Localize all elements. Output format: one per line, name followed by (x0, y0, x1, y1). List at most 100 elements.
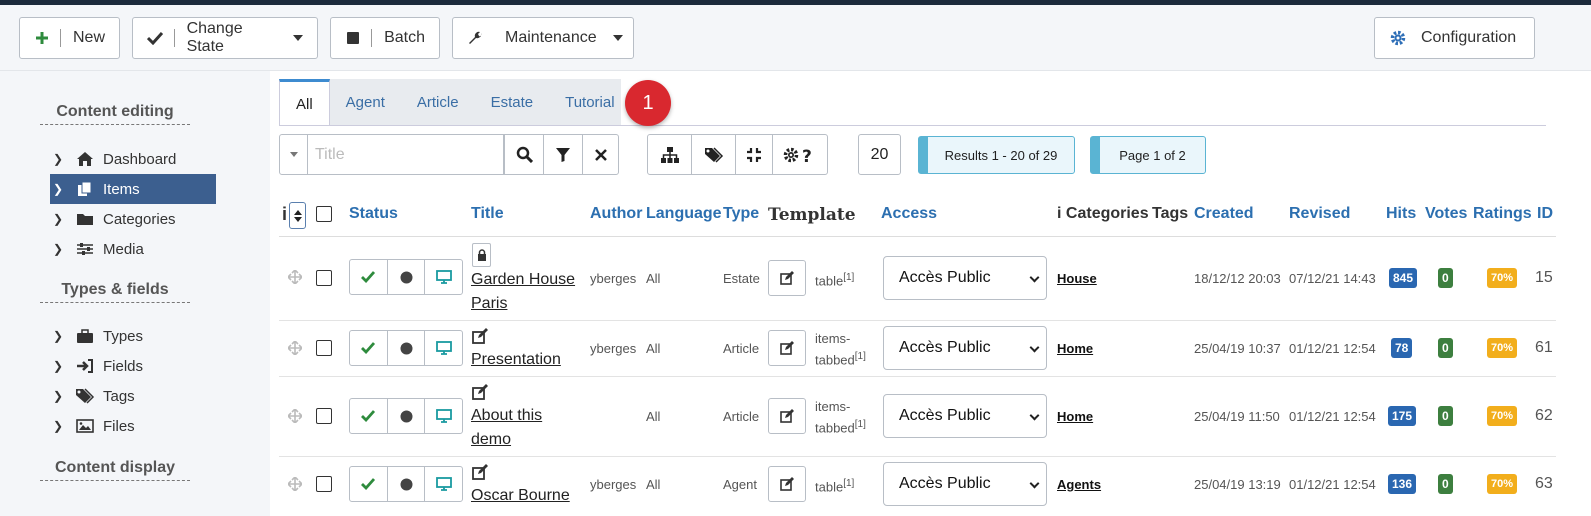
col-hits[interactable]: Hits (1386, 205, 1416, 223)
featured-button[interactable] (388, 260, 426, 294)
template-line: items- (815, 399, 851, 414)
edit-icon[interactable] (472, 464, 489, 481)
row-checkbox[interactable] (316, 270, 332, 286)
votes-badge: 0 (1438, 338, 1453, 358)
drag-handle-icon[interactable] (288, 270, 302, 284)
sidebar-item-dashboard[interactable]: ❯ Dashboard (50, 144, 216, 174)
created-cell: 25/04/19 13:19 (1194, 477, 1281, 492)
item-title-link[interactable]: About this demo (471, 404, 542, 452)
sidebar-item-types[interactable]: ❯ Types (50, 321, 216, 351)
published-button[interactable] (350, 467, 388, 501)
col-title[interactable]: Title (471, 205, 504, 223)
access-select[interactable]: Accès Public (883, 462, 1047, 506)
category-link[interactable]: Home (1057, 341, 1093, 356)
featured-button[interactable] (388, 331, 426, 365)
limit-select[interactable]: 20 (858, 134, 901, 175)
sidebar-item-tags[interactable]: ❯ Tags (50, 381, 216, 411)
maintenance-button[interactable]: Maintenance (452, 17, 634, 59)
access-select[interactable]: Accès Public (883, 256, 1047, 300)
sidebar-item-media[interactable]: ❯ Media (50, 234, 216, 264)
category-link[interactable]: House (1057, 271, 1097, 286)
tags-filter-button[interactable] (691, 134, 736, 175)
frontend-view-button[interactable] (425, 467, 462, 501)
edit-icon[interactable] (472, 384, 489, 401)
hierarchy-button[interactable] (647, 134, 692, 175)
id-cell: 62 (1535, 407, 1553, 424)
edit-template-button[interactable] (768, 330, 806, 366)
frontend-view-button[interactable] (425, 260, 462, 294)
configuration-button[interactable]: Configuration (1374, 17, 1535, 59)
change-state-button[interactable]: Change State (132, 17, 318, 59)
created-cell: 18/12/12 20:03 (1194, 271, 1281, 286)
col-created[interactable]: Created (1194, 205, 1254, 223)
info-icon[interactable]: i (282, 204, 287, 225)
item-title-link[interactable]: Oscar Bourne (471, 484, 570, 508)
sidebar-item-items[interactable]: ❯ Items (50, 174, 216, 204)
type-tabs: All Agent Article Estate Tutorial (279, 79, 621, 126)
col-access[interactable]: Access (881, 205, 937, 223)
sidebar-item-categories[interactable]: ❯ Categories (50, 204, 216, 234)
featured-button[interactable] (388, 467, 426, 501)
id-cell: 15 (1535, 269, 1553, 286)
sidebar-item-fields[interactable]: ❯ Fields (50, 351, 216, 381)
search-options-dropdown[interactable] (279, 134, 308, 175)
access-select[interactable]: Accès Public (883, 394, 1047, 438)
col-language[interactable]: Language (646, 205, 722, 223)
title-line: Presentation (471, 351, 561, 368)
item-title-link[interactable]: Presentation (471, 348, 561, 372)
id-cell: 61 (1535, 339, 1553, 356)
category-link[interactable]: Agents (1057, 477, 1101, 492)
edit-icon[interactable] (472, 328, 489, 345)
lock-icon[interactable] (472, 243, 491, 267)
frontend-view-button[interactable] (425, 331, 462, 365)
sidebar-item-files[interactable]: ❯ Files (50, 411, 216, 441)
row-checkbox[interactable] (316, 340, 332, 356)
edit-template-button[interactable] (768, 466, 806, 502)
col-author[interactable]: Author (590, 205, 642, 223)
drag-handle-icon[interactable] (288, 341, 302, 355)
chevron-right-icon: ❯ (53, 359, 64, 373)
settings-help-button[interactable]: ? (772, 134, 828, 175)
new-button[interactable]: New (19, 17, 120, 59)
sort-order-button[interactable] (289, 202, 306, 229)
tab-tutorial[interactable]: Tutorial (549, 79, 630, 126)
search-input[interactable]: Title (307, 134, 504, 175)
compress-button[interactable] (735, 134, 773, 175)
edit-template-button[interactable] (768, 398, 806, 434)
edit-template-button[interactable] (768, 260, 806, 296)
tab-agent[interactable]: Agent (330, 79, 401, 126)
row-checkbox[interactable] (316, 408, 332, 424)
col-status[interactable]: Status (349, 205, 398, 223)
chevron-right-icon: ❯ (53, 242, 64, 256)
col-ratings[interactable]: Ratings (1473, 205, 1532, 223)
item-title-link[interactable]: Garden House Paris (471, 268, 575, 316)
configuration-label: Configuration (1421, 29, 1517, 46)
filter-button[interactable] (543, 134, 583, 175)
published-button[interactable] (350, 260, 388, 294)
col-votes[interactable]: Votes (1425, 205, 1467, 223)
col-revised[interactable]: Revised (1289, 205, 1350, 223)
tab-article[interactable]: Article (401, 79, 475, 126)
drag-handle-icon[interactable] (288, 477, 302, 491)
category-link[interactable]: Home (1057, 409, 1093, 424)
created-cell: 25/04/19 10:37 (1194, 341, 1281, 356)
access-select[interactable]: Accès Public (883, 326, 1047, 370)
drag-handle-icon[interactable] (288, 409, 302, 423)
tab-all[interactable]: All (279, 79, 330, 126)
tab-estate[interactable]: Estate (475, 79, 550, 126)
published-button[interactable] (350, 331, 388, 365)
col-id[interactable]: ID (1537, 205, 1553, 223)
featured-button[interactable] (388, 399, 426, 433)
batch-button[interactable]: Batch (330, 17, 440, 59)
select-all-checkbox[interactable] (316, 206, 332, 222)
row-checkbox[interactable] (316, 476, 332, 492)
votes-badge: 0 (1438, 474, 1453, 494)
col-type[interactable]: Type (723, 205, 759, 223)
clear-button[interactable] (582, 134, 619, 175)
sidebar-item-label: Dashboard (103, 150, 177, 168)
sidebar-section-types-fields: Types & fields (40, 281, 190, 303)
plus-icon (34, 31, 50, 45)
frontend-view-button[interactable] (425, 399, 462, 433)
published-button[interactable] (350, 399, 388, 433)
search-button[interactable] (504, 134, 544, 175)
